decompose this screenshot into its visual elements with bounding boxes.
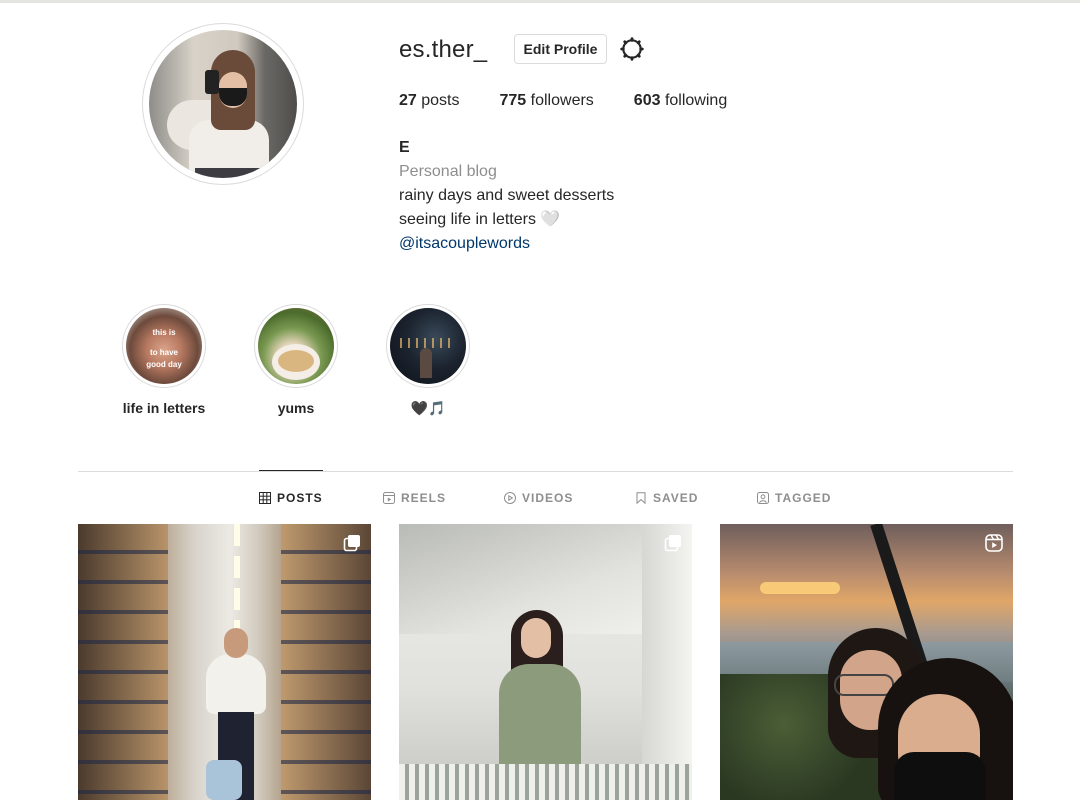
followers-count-value: 775 xyxy=(499,92,527,109)
tab-label: VIDEOS xyxy=(522,491,574,505)
bio-line: rainy days and sweet desserts xyxy=(399,187,615,204)
following-count-label: following xyxy=(664,92,728,109)
following-link[interactable]: 603 following xyxy=(634,92,727,110)
bio-link[interactable]: @itsacouplewords xyxy=(399,232,614,256)
grid-icon xyxy=(259,492,271,504)
tab-videos[interactable]: VIDEOS xyxy=(504,490,573,506)
post-thumbnail[interactable] xyxy=(399,524,692,800)
highlight-ring: this is to have good day xyxy=(122,304,206,388)
tab-reels[interactable]: REELS xyxy=(383,490,446,506)
highlight-thumb-text: this is xyxy=(152,328,176,337)
tab-label: SAVED xyxy=(653,491,699,505)
profile-username: es.ther_ xyxy=(399,36,488,63)
posts-count-label: posts xyxy=(421,92,460,109)
tag-user-icon xyxy=(757,492,769,504)
highlight-label: life in letters xyxy=(122,400,206,416)
window-top-edge xyxy=(0,0,1080,3)
profile-avatar-button[interactable] xyxy=(142,23,304,185)
highlight-thumbnail: this is to have good day xyxy=(126,308,202,384)
highlight-thumb-text: good day xyxy=(146,360,182,369)
bio-name: E xyxy=(399,139,410,156)
tab-saved[interactable]: SAVED xyxy=(635,490,698,506)
settings-gear-icon[interactable] xyxy=(619,36,645,62)
tab-label: TAGGED xyxy=(775,491,832,505)
bio-category: Personal blog xyxy=(399,163,497,180)
profile-stats: 27 posts 775 followers 603 following xyxy=(399,92,767,110)
highlight-thumbnail xyxy=(258,308,334,384)
tab-posts[interactable]: POSTS xyxy=(259,490,323,506)
highlight-label: 🖤🎵 xyxy=(410,400,446,416)
avatar xyxy=(149,30,297,178)
highlight-label: yums xyxy=(277,400,315,416)
post-thumbnail[interactable] xyxy=(78,524,371,800)
tabs-divider xyxy=(78,471,1013,472)
highlight-thumb-text: to have xyxy=(149,348,178,357)
highlight-music[interactable]: 🖤🎵 xyxy=(386,304,470,416)
followers-link[interactable]: 775 followers xyxy=(500,92,594,110)
reels-icon xyxy=(383,492,395,504)
tab-tagged[interactable]: TAGGED xyxy=(757,490,831,506)
following-count-value: 603 xyxy=(633,92,661,109)
highlight-thumbnail xyxy=(390,308,466,384)
carousel-icon xyxy=(343,535,360,552)
bio-line: seeing life in letters 🤍 xyxy=(399,211,561,228)
followers-count-label: followers xyxy=(530,92,594,109)
highlight-ring xyxy=(386,304,470,388)
highlight-ring xyxy=(254,304,338,388)
carousel-icon xyxy=(664,535,681,552)
reel-icon xyxy=(985,534,1003,552)
highlight-life-in-letters[interactable]: this is to have good day life in letters xyxy=(122,304,206,416)
tab-label: REELS xyxy=(401,491,447,505)
posts-count-value: 27 xyxy=(399,92,417,109)
play-icon xyxy=(504,492,516,504)
tab-label: POSTS xyxy=(277,491,323,505)
edit-profile-button[interactable]: Edit Profile xyxy=(514,34,607,64)
highlight-yums[interactable]: yums xyxy=(254,304,338,416)
post-thumbnail[interactable] xyxy=(720,524,1013,800)
bookmark-icon xyxy=(636,492,646,504)
posts-count: 27 posts xyxy=(399,92,460,110)
profile-bio: E Personal blog rainy days and sweet des… xyxy=(399,136,614,256)
active-tab-indicator xyxy=(259,470,323,471)
